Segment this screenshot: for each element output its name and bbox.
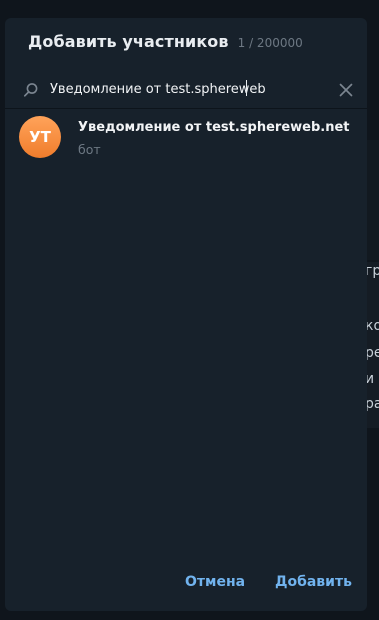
search-input[interactable] <box>50 78 330 100</box>
dialog-title: Добавить участников <box>28 32 229 51</box>
background-text-fragment: ре <box>365 345 379 361</box>
dialog-header: Добавить участников 1 / 200000 <box>28 32 303 51</box>
close-icon[interactable] <box>337 81 355 99</box>
background-text-fragment: ко <box>365 318 379 334</box>
member-counter: 1 / 200000 <box>237 36 303 50</box>
add-members-dialog: Добавить участников 1 / 200000 УТ Уведом… <box>5 18 367 611</box>
background-text-fragment: ра <box>365 396 379 412</box>
background-text-fragment: гр <box>365 263 379 279</box>
search-icon <box>23 83 38 97</box>
add-button[interactable]: Добавить <box>275 574 352 590</box>
avatar: УТ <box>19 116 61 158</box>
cancel-button[interactable]: Отмена <box>185 574 245 590</box>
background-text-fragment: и <box>365 371 375 387</box>
contact-status: бот <box>78 142 101 157</box>
contact-name: Уведомление от test.sphereweb.net <box>78 120 350 135</box>
text-caret <box>246 80 247 96</box>
list-item[interactable]: УТ Уведомление от test.sphereweb.net бот <box>5 112 367 166</box>
search-bar <box>5 72 367 109</box>
